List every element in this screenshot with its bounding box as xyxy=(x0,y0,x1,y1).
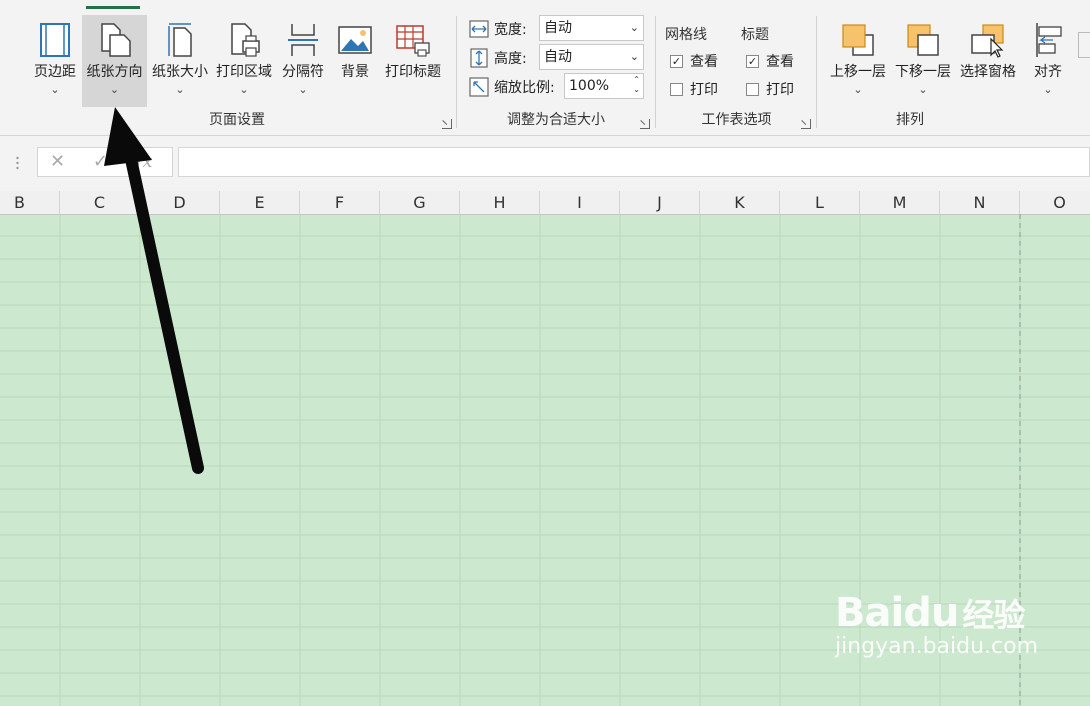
watermark-url: jingyan.baidu.com xyxy=(835,634,1039,659)
baidu-jingyan-watermark: Baidu 经验 jingyan.baidu.com xyxy=(835,590,1038,659)
baidu-logo: Baidu 经验 xyxy=(835,590,1025,636)
